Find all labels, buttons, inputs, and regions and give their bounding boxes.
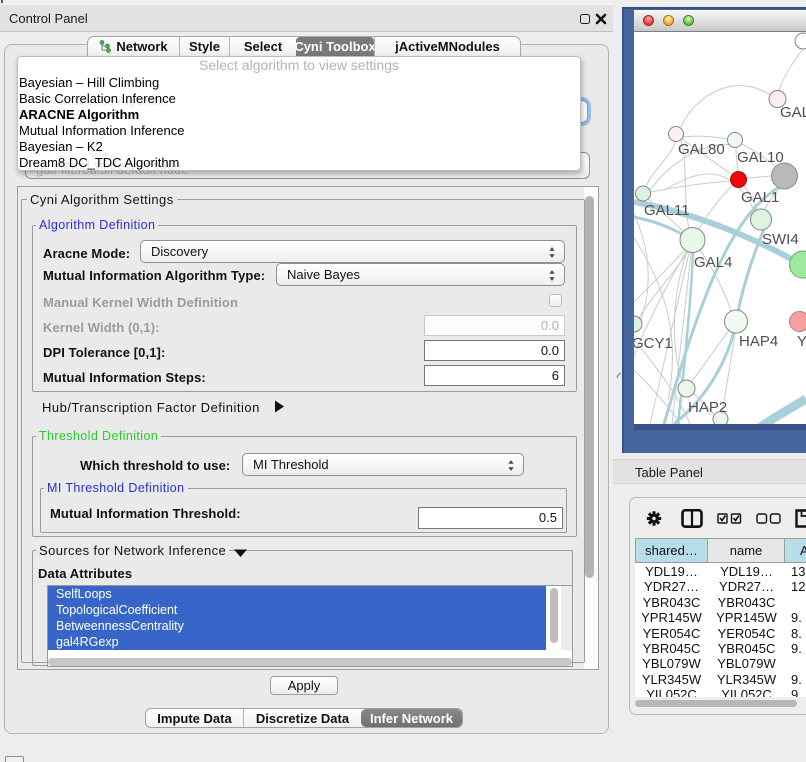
svg-text:YJ: YJ	[797, 333, 806, 350]
svg-text:GAL1: GAL1	[741, 189, 779, 206]
svg-text:GAL2: GAL2	[780, 104, 806, 121]
svg-text:GCY1: GCY1	[634, 335, 673, 352]
svg-text:HAP4: HAP4	[739, 333, 778, 350]
svg-text:SWI4: SWI4	[762, 231, 799, 248]
svg-text:GAL80: GAL80	[678, 141, 725, 158]
svg-text:GAL11: GAL11	[644, 202, 690, 219]
svg-text:GAL10: GAL10	[737, 149, 784, 166]
svg-text:GAL4: GAL4	[694, 254, 732, 271]
svg-text:HAP2: HAP2	[688, 399, 727, 416]
